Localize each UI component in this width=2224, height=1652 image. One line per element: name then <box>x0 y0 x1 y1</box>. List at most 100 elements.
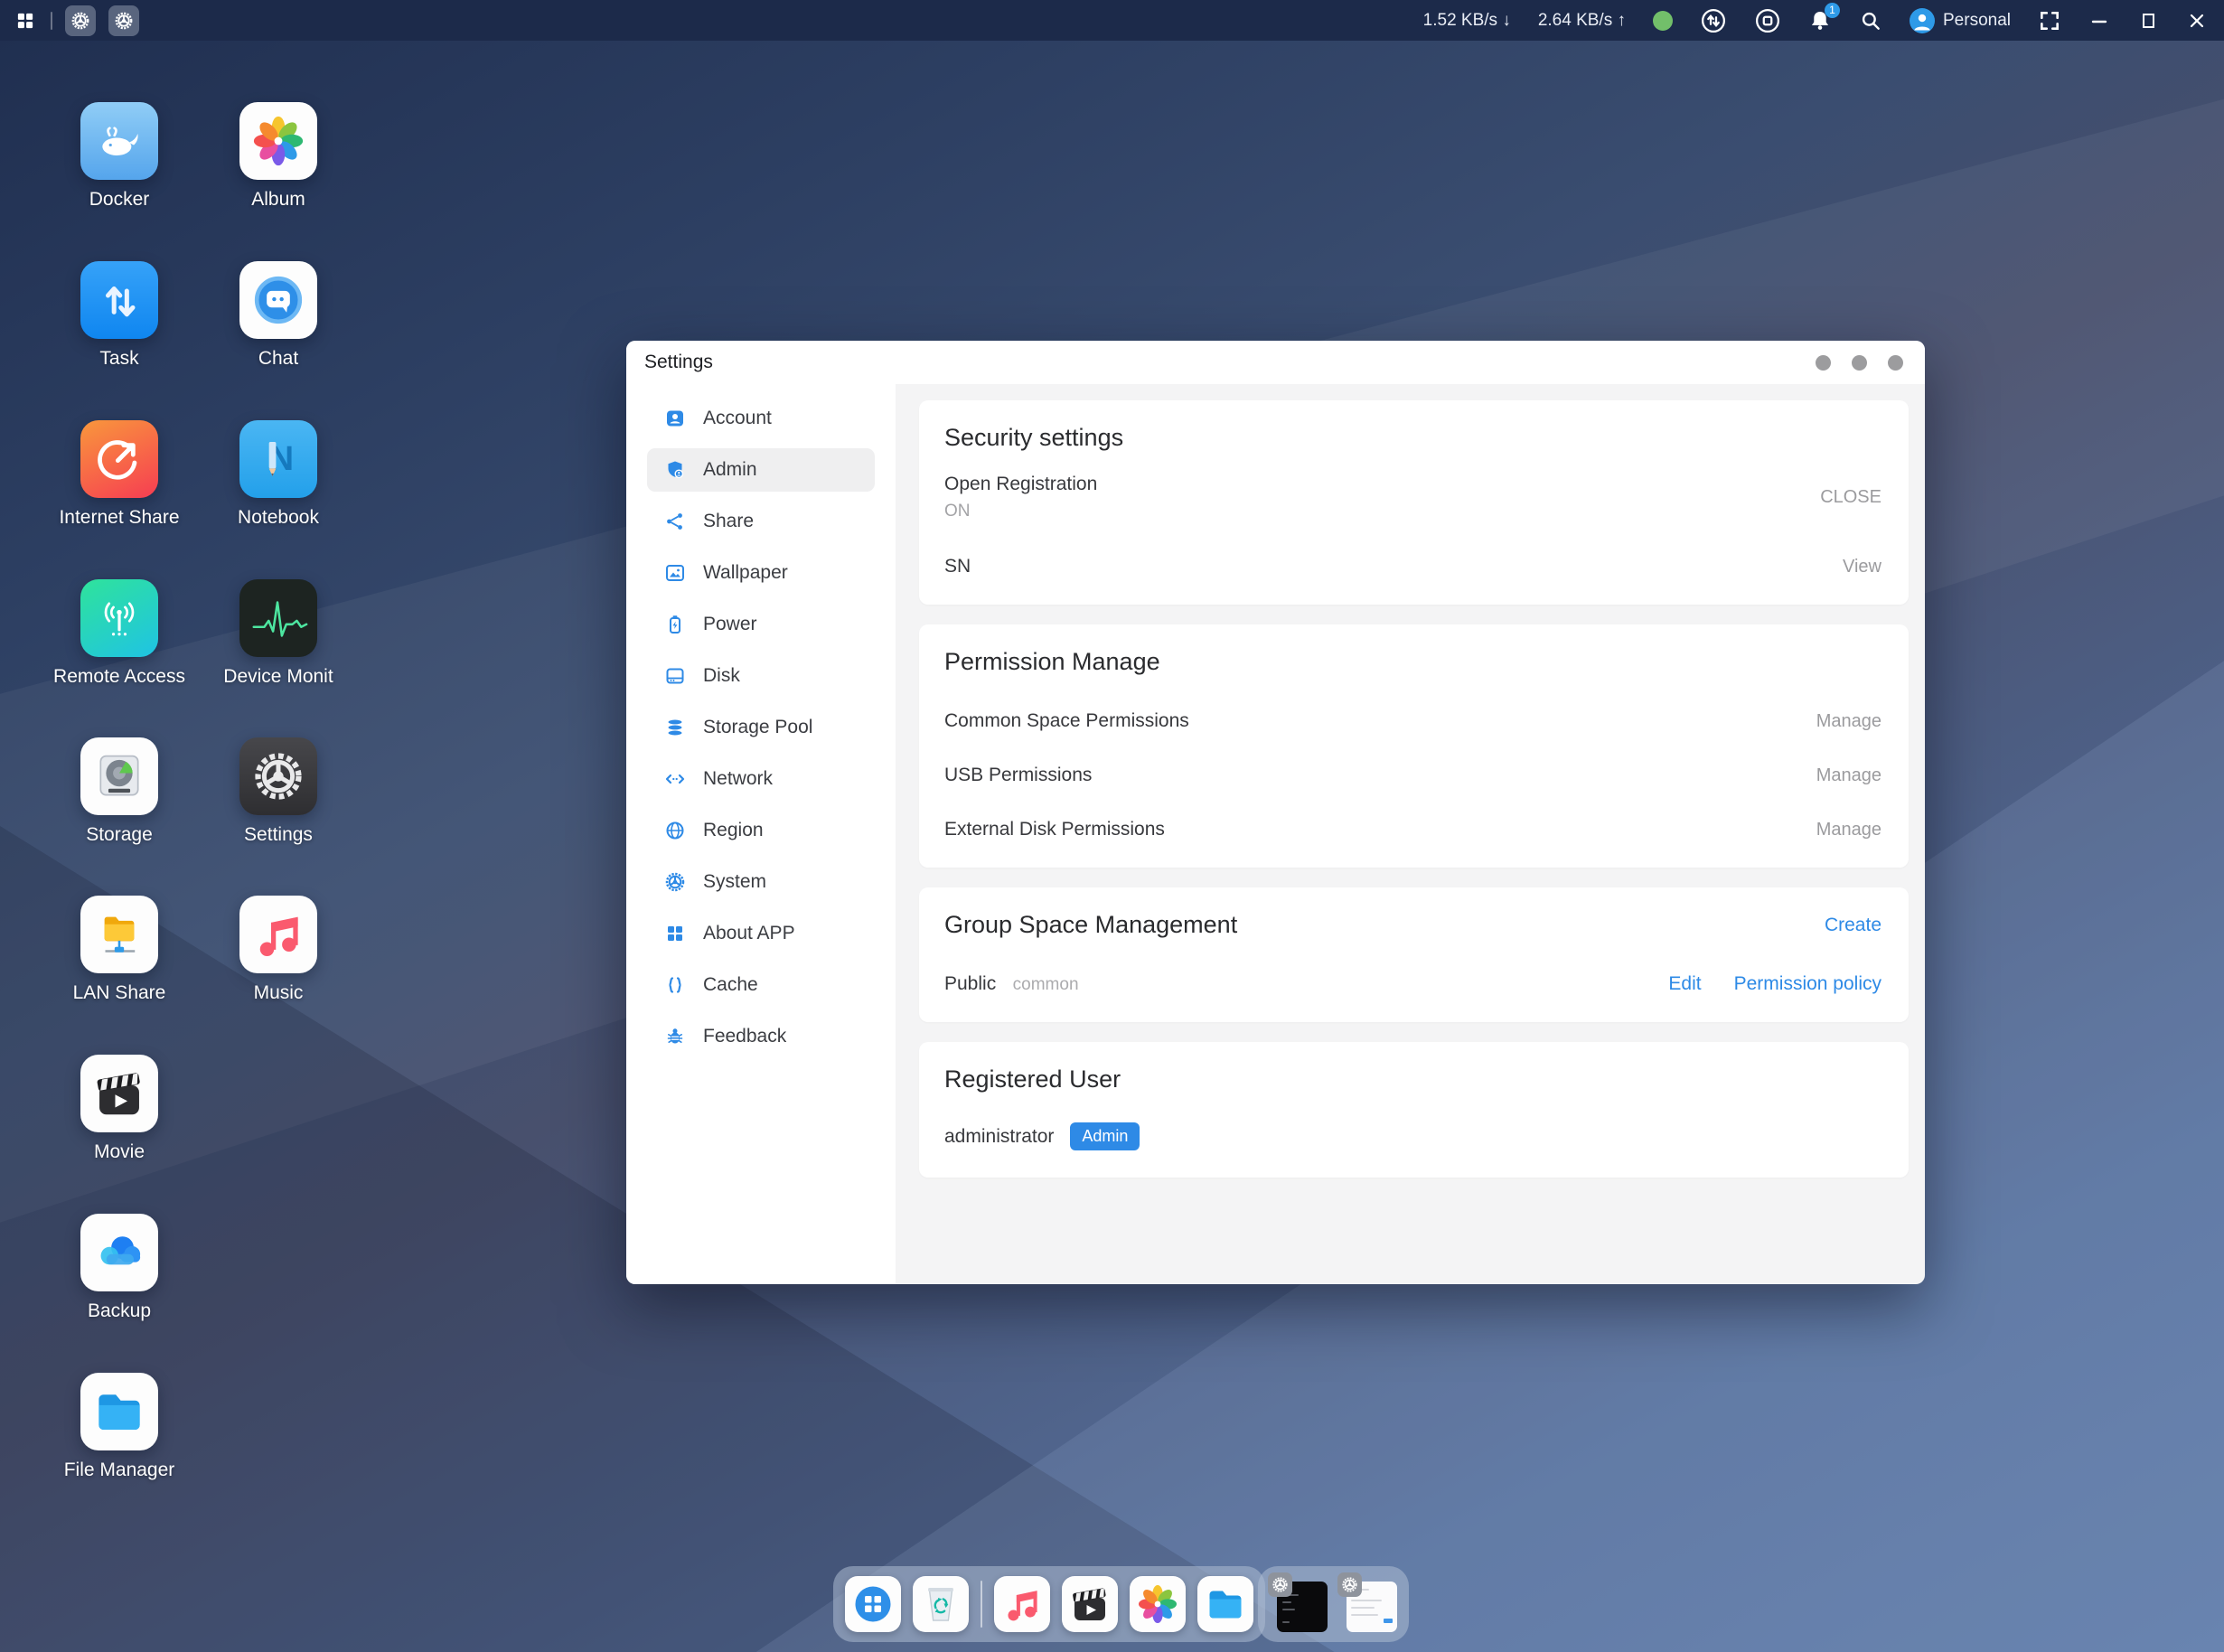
desktop-icon-chat[interactable]: Chat <box>197 261 360 370</box>
dock-file-manager-button[interactable] <box>1197 1576 1253 1632</box>
green-status-dot <box>1653 11 1673 31</box>
close-button[interactable] <box>2186 10 2208 32</box>
sidebar-item-storage-pool[interactable]: Storage Pool <box>647 706 875 749</box>
flower-icon <box>239 102 317 180</box>
manage-action[interactable]: Manage <box>1816 765 1881 786</box>
desktop-icon-device-monit[interactable]: Device Monit <box>197 579 360 688</box>
sidebar-item-share[interactable]: Share <box>647 500 875 543</box>
desktop-icon-backup[interactable]: Backup <box>38 1214 201 1322</box>
gear-icon <box>239 737 317 815</box>
card-title: Permission Manage <box>944 648 1881 676</box>
circle-arrow-icon <box>80 420 158 498</box>
desktop-icon-label: Docker <box>89 189 150 211</box>
sidebar-item-network[interactable]: Network <box>647 757 875 801</box>
sidebar-item-about-app[interactable]: About APP <box>647 912 875 955</box>
notifications-button[interactable]: 1 <box>1808 9 1832 33</box>
permission-manage-card: Permission Manage Common Space Permissio… <box>919 624 1909 868</box>
desktop-icon-label: File Manager <box>64 1460 175 1481</box>
desktop-icon-internet-share[interactable]: Internet Share <box>38 420 201 529</box>
manage-action[interactable]: Manage <box>1816 820 1881 840</box>
group-name: Public <box>944 973 996 994</box>
admin-badge: Admin <box>1070 1122 1140 1150</box>
settings-sidebar: Account Admin Share <box>626 384 896 1284</box>
sidebar-item-account[interactable]: Account <box>647 397 875 440</box>
ecg-line-icon <box>239 579 317 657</box>
sidebar-item-cache[interactable]: Cache <box>647 963 875 1007</box>
edit-link[interactable]: Edit <box>1668 973 1701 995</box>
sidebar-item-wallpaper[interactable]: Wallpaper <box>647 551 875 595</box>
chat-bubble-icon <box>239 261 317 339</box>
desktop-icon-movie[interactable]: Movie <box>38 1055 201 1163</box>
sidebar-item-label: Feedback <box>703 1026 786 1047</box>
hard-disk-icon <box>80 737 158 815</box>
desktop-icon-task[interactable]: Task <box>38 261 201 370</box>
desktop-icon-docker[interactable]: Docker <box>38 102 201 211</box>
desktop-icon-label: Device Monit <box>223 666 333 688</box>
gear-icon <box>1268 1572 1292 1597</box>
settings-content: Security settings Open Registration ON C… <box>896 384 1925 1284</box>
sidebar-item-power[interactable]: Power <box>647 603 875 646</box>
sidebar-item-region[interactable]: Region <box>647 809 875 852</box>
taskbar-divider <box>51 12 52 30</box>
desktop-icon-file-manager[interactable]: File Manager <box>38 1373 201 1481</box>
window-maximize-button[interactable] <box>1852 355 1867 371</box>
sync-icon[interactable] <box>1754 7 1781 34</box>
window-thumbnail-terminal[interactable] <box>1270 1576 1328 1632</box>
sidebar-item-feedback[interactable]: Feedback <box>647 1015 875 1058</box>
desktop-icon-label: Music <box>254 982 304 1004</box>
permission-policy-link[interactable]: Permission policy <box>1734 973 1881 995</box>
desktop-icon-album[interactable]: Album <box>197 102 360 211</box>
desktop-icon-storage[interactable]: Storage <box>38 737 201 846</box>
gear-icon <box>1337 1572 1362 1597</box>
row-status: ON <box>944 502 1097 521</box>
taskbar-pinned-settings-1[interactable] <box>65 5 96 36</box>
music-note-icon <box>239 896 317 973</box>
angle-brackets-icon <box>664 768 686 790</box>
globe-icon <box>664 820 686 841</box>
dock-trash-button[interactable] <box>913 1576 969 1632</box>
database-icon <box>664 717 686 738</box>
desktop-icon-lan-share[interactable]: LAN Share <box>38 896 201 1004</box>
desktop-icon-label: Remote Access <box>53 666 185 688</box>
sidebar-item-label: System <box>703 871 766 893</box>
desktop-icon-remote-access[interactable]: Remote Access <box>38 579 201 688</box>
sidebar-item-disk[interactable]: Disk <box>647 654 875 698</box>
taskbar-pinned-settings-2[interactable] <box>108 5 139 36</box>
maximize-button[interactable] <box>2137 10 2159 32</box>
up-down-arrows-icon <box>80 261 158 339</box>
create-link[interactable]: Create <box>1825 915 1881 936</box>
desktop-icon-music[interactable]: Music <box>197 896 360 1004</box>
transfer-icon[interactable] <box>1700 7 1727 34</box>
user-menu[interactable]: Personal <box>1910 8 2011 33</box>
antenna-icon <box>80 579 158 657</box>
desktop-icon-label: Movie <box>94 1141 145 1163</box>
sidebar-item-admin[interactable]: Admin <box>647 448 875 492</box>
dock-music-button[interactable] <box>994 1576 1050 1632</box>
window-close-button[interactable] <box>1888 355 1903 371</box>
dock-launcher-button[interactable] <box>845 1576 901 1632</box>
close-action[interactable]: CLOSE <box>1820 487 1881 508</box>
desktop-icon-settings[interactable]: Settings <box>197 737 360 846</box>
window-thumbnail-settings[interactable] <box>1339 1576 1397 1632</box>
window-minimize-button[interactable] <box>1816 355 1831 371</box>
desktop-icon-notebook[interactable]: N Notebook <box>197 420 360 529</box>
window-titlebar[interactable]: Settings <box>626 341 1925 384</box>
app-launcher-button[interactable] <box>13 8 38 33</box>
manage-action[interactable]: Manage <box>1816 711 1881 732</box>
dock <box>833 1566 1265 1642</box>
picture-icon <box>664 562 686 584</box>
sidebar-item-system[interactable]: System <box>647 860 875 904</box>
dock-album-button[interactable] <box>1130 1576 1186 1632</box>
desktop-screen: 1.52 KB/s ↓ 2.64 KB/s ↑ <box>0 0 2224 1652</box>
sidebar-item-label: Disk <box>703 665 740 687</box>
dock-movie-button[interactable] <box>1062 1576 1118 1632</box>
settings-window: Settings Account Admin <box>626 341 1925 1284</box>
minimize-button[interactable] <box>2088 10 2110 32</box>
card-title: Group Space Management <box>944 911 1237 939</box>
view-action[interactable]: View <box>1843 557 1881 577</box>
gear-icon <box>664 871 686 893</box>
fullscreen-button[interactable] <box>2038 9 2061 33</box>
notification-badge: 1 <box>1825 3 1840 18</box>
clapperboard-icon <box>80 1055 158 1132</box>
search-button[interactable] <box>1859 9 1882 33</box>
